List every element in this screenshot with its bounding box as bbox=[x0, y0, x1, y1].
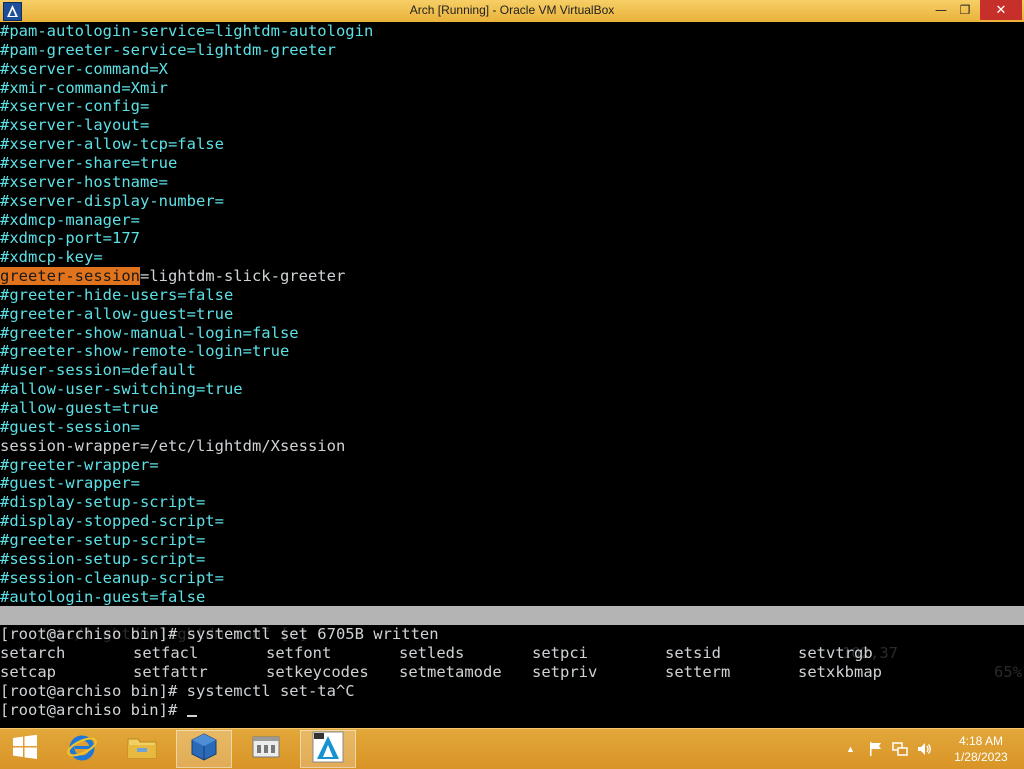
system-clock[interactable]: 4:18 AM 1/28/2023 bbox=[944, 733, 1018, 765]
completion-item: setfont bbox=[266, 644, 332, 662]
editor-line: #greeter-allow-guest=true bbox=[0, 305, 234, 323]
speaker-icon[interactable] bbox=[916, 741, 932, 757]
completion-item: setsid bbox=[665, 644, 721, 662]
editor-line: #user-session=default bbox=[0, 361, 196, 379]
window-title: Arch [Running] - Oracle VM VirtualBox bbox=[409, 3, 615, 17]
taskbar-file-explorer[interactable] bbox=[114, 730, 170, 768]
network-icon[interactable] bbox=[892, 741, 908, 757]
completion-item: setcap bbox=[0, 663, 56, 681]
chevron-up-icon: ▲ bbox=[846, 744, 855, 754]
completion-item: setfacl bbox=[133, 644, 199, 662]
editor-line: #xserver-layout= bbox=[0, 116, 150, 134]
start-button[interactable] bbox=[0, 730, 50, 768]
editor-line: #session-cleanup-script= bbox=[0, 569, 224, 587]
shell-line: [root@archiso bin]# systemctl set-ta^C bbox=[0, 682, 355, 700]
window-app-icon bbox=[251, 734, 281, 764]
editor-line: #display-stopped-script= bbox=[0, 512, 224, 530]
completion-item: setpriv bbox=[532, 663, 598, 681]
shell-line: [root@archiso bin]# systemctl set 6705B … bbox=[0, 625, 439, 643]
flag-icon[interactable] bbox=[868, 741, 884, 757]
editor-line: #xserver-display-number= bbox=[0, 192, 224, 210]
editor-line: #xserver-config= bbox=[0, 97, 150, 115]
arch-icon bbox=[312, 731, 344, 767]
clock-time: 4:18 AM bbox=[958, 734, 1004, 748]
taskbar: ▲ 4:18 AM 1/28/2023 bbox=[0, 728, 1024, 769]
taskbar-internet-explorer[interactable] bbox=[54, 730, 110, 768]
editor-line: #xserver-hostname= bbox=[0, 173, 168, 191]
completion-item: setarch bbox=[0, 644, 66, 662]
status-percent: 65% bbox=[994, 663, 1022, 681]
editor-line: #xserver-share=true bbox=[0, 154, 178, 172]
taskbar-arch-vm[interactable] bbox=[300, 730, 356, 768]
minimize-button[interactable]: — bbox=[928, 0, 954, 20]
restore-button[interactable]: ❐ bbox=[952, 0, 978, 20]
completion-item: setvtrgb bbox=[798, 644, 873, 662]
editor-line: #session-setup-script= bbox=[0, 550, 206, 568]
editor-line: #greeter-show-manual-login=false bbox=[0, 324, 299, 342]
editor-line: #pam-autologin-service=lightdm-autologin bbox=[0, 22, 374, 40]
folder-icon bbox=[126, 733, 158, 765]
completion-item: setpci bbox=[532, 644, 588, 662]
editor-line: #xmir-command=Xmir bbox=[0, 79, 168, 97]
editor-line: #xserver-allow-tcp=false bbox=[0, 135, 224, 153]
editor-line: #greeter-wrapper= bbox=[0, 456, 159, 474]
taskbar-app-window[interactable] bbox=[238, 730, 294, 768]
editor-line: #xserver-command=X bbox=[0, 60, 168, 78]
tray-show-hidden-button[interactable]: ▲ bbox=[846, 729, 855, 769]
editor-line: #xdmcp-key= bbox=[0, 248, 103, 266]
ie-icon bbox=[66, 731, 98, 767]
editor-line: #greeter-show-remote-login=true bbox=[0, 342, 290, 360]
close-button[interactable]: ✕ bbox=[980, 0, 1022, 20]
completion-item: setmetamode bbox=[399, 663, 502, 681]
completion-item: setleds bbox=[399, 644, 465, 662]
text-cursor bbox=[186, 715, 197, 717]
completion-item: setterm bbox=[665, 663, 731, 681]
editor-line: #autologin-guest=false bbox=[0, 588, 206, 606]
editor-line: #display-setup-script= bbox=[0, 493, 206, 511]
terminal-area[interactable]: #pam-autologin-service=lightdm-autologin… bbox=[0, 22, 1024, 728]
completion-item: setfattr bbox=[133, 663, 208, 681]
shell-prompt: [root@archiso bin]# bbox=[0, 701, 187, 719]
line-rest: =lightdm-slick-greeter bbox=[139, 267, 346, 285]
editor-line: #greeter-hide-users=false bbox=[0, 286, 234, 304]
editor-line: #greeter-setup-script= bbox=[0, 531, 206, 549]
editor-line-search-match: greeter-session=lightdm-slick-greeter bbox=[0, 267, 345, 286]
shell-prompt-line[interactable]: [root@archiso bin]# bbox=[0, 701, 197, 720]
editor-line: #guest-wrapper= bbox=[0, 474, 140, 492]
editor-line: session-wrapper=/etc/lightdm/Xsession bbox=[0, 437, 346, 455]
virtualbox-icon bbox=[189, 732, 219, 766]
search-highlight: greeter-session bbox=[0, 267, 140, 285]
clock-date: 1/28/2023 bbox=[954, 750, 1008, 764]
window-titlebar: Arch [Running] - Oracle VM VirtualBox — … bbox=[0, 0, 1024, 23]
editor-line: #pam-greeter-service=lightdm-greeter bbox=[0, 41, 336, 59]
editor-line: #guest-session= bbox=[0, 418, 140, 436]
editor-line: #allow-user-switching=true bbox=[0, 380, 243, 398]
taskbar-virtualbox[interactable] bbox=[176, 730, 232, 768]
completion-item: setkeycodes bbox=[266, 663, 369, 681]
editor-line: #xdmcp-manager= bbox=[0, 211, 140, 229]
completion-item: setxkbmap bbox=[798, 663, 882, 681]
vim-status-line: /etc/lightdm/lightdm.conf [+] 102,37 65% bbox=[0, 606, 1024, 681]
windows-logo-icon bbox=[12, 734, 38, 764]
editor-line: #allow-guest=true bbox=[0, 399, 159, 417]
editor-line: #xdmcp-port=177 bbox=[0, 229, 140, 247]
